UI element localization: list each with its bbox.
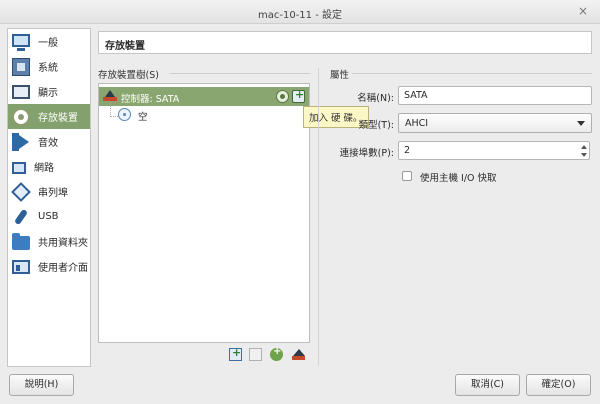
optical-disc-icon <box>118 108 131 121</box>
shared-folder-icon <box>12 232 30 250</box>
sidebar-item-system[interactable]: 系統 <box>8 54 90 79</box>
sidebar-item-label: 使用者介面 <box>38 263 88 274</box>
panel-divider <box>318 68 319 366</box>
group-divider <box>170 73 310 74</box>
controller-label: 控制器: SATA <box>121 94 180 105</box>
window-title: mac-10-11 - 設定 <box>258 10 342 21</box>
network-icon <box>12 162 26 174</box>
port-count-value: 2 <box>404 145 411 156</box>
tree-item-empty[interactable]: 空 <box>138 109 148 123</box>
sidebar-item-label: USB <box>38 211 59 222</box>
add-optical-drive-icon[interactable] <box>276 90 289 103</box>
controller-icon <box>103 90 117 102</box>
host-io-cache-label: 使用主機 I/O 快取 <box>420 173 497 184</box>
display-icon <box>12 84 30 99</box>
settings-sidebar: 一般 系統 顯示 存放裝置 音效 網路 串列埠 USB 共用資料夾 使用者介面 <box>7 28 91 367</box>
spin-down-icon[interactable] <box>580 151 588 159</box>
cancel-button[interactable]: 取消(C) <box>455 374 520 396</box>
remove-attachment-icon[interactable] <box>292 348 305 361</box>
sidebar-item-audio[interactable]: 音效 <box>8 129 90 154</box>
sidebar-item-label: 音效 <box>38 138 58 149</box>
sidebar-item-label: 一般 <box>38 38 58 49</box>
name-label: 名稱(N): <box>357 93 394 104</box>
close-icon[interactable]: × <box>578 4 588 18</box>
tree-item-controller-sata[interactable]: 控制器: SATA <box>99 87 309 106</box>
storage-tree[interactable]: 控制器: SATA <box>98 83 310 343</box>
controller-type-value: AHCI <box>405 118 429 129</box>
audio-icon <box>12 132 30 151</box>
sidebar-item-general[interactable]: 一般 <box>8 29 90 54</box>
user-interface-icon <box>12 259 30 274</box>
host-io-cache-checkbox[interactable] <box>402 171 412 181</box>
usb-icon <box>13 208 29 225</box>
sidebar-item-user-interface[interactable]: 使用者介面 <box>8 254 90 279</box>
sidebar-item-label: 顯示 <box>38 88 58 99</box>
storage-icon <box>12 107 30 126</box>
type-label: 類型(T): <box>358 120 394 131</box>
port-count-spinbox[interactable]: 2 <box>398 141 590 160</box>
ok-button[interactable]: 確定(O) <box>526 374 591 396</box>
sidebar-item-storage[interactable]: 存放裝置 <box>8 104 90 129</box>
tree-branch-line <box>110 103 111 117</box>
sidebar-item-serial-port[interactable]: 串列埠 <box>8 179 90 204</box>
sidebar-item-label: 網路 <box>34 163 54 174</box>
attributes-group-label: 屬性 <box>330 70 350 81</box>
help-button[interactable]: 說明(H) <box>9 374 74 396</box>
port-count-label: 連接埠數(P): <box>339 148 394 159</box>
storage-tree-group-label: 存放裝置樹(S) <box>98 70 159 81</box>
spin-up-icon[interactable] <box>580 143 588 151</box>
sidebar-item-usb[interactable]: USB <box>8 204 90 229</box>
sidebar-item-label: 串列埠 <box>38 188 68 199</box>
sidebar-item-network[interactable]: 網路 <box>8 154 90 179</box>
add-controller-icon[interactable] <box>229 346 242 361</box>
system-icon <box>12 57 30 76</box>
add-attachment-icon[interactable] <box>270 346 283 361</box>
page-title: 存放裝置 <box>98 31 592 54</box>
settings-dialog: mac-10-11 - 設定 × 一般 系統 顯示 存放裝置 音效 網路 串列埠… <box>0 0 600 404</box>
sidebar-item-label: 系統 <box>38 63 58 74</box>
sidebar-item-display[interactable]: 顯示 <box>8 79 90 104</box>
sidebar-item-shared-folders[interactable]: 共用資料夾 <box>8 229 90 254</box>
serial-port-icon <box>11 181 31 202</box>
tree-branch-line <box>110 116 118 117</box>
group-divider <box>352 73 592 74</box>
controller-name-field[interactable]: SATA <box>398 86 592 105</box>
sidebar-item-label: 共用資料夾 <box>38 238 88 249</box>
controller-type-select[interactable]: AHCI <box>398 113 592 133</box>
chevron-down-icon <box>577 121 585 126</box>
sidebar-item-label: 存放裝置 <box>38 113 78 124</box>
title-bar: mac-10-11 - 設定 × <box>0 0 600 24</box>
general-icon <box>12 33 30 51</box>
remove-controller-icon[interactable] <box>249 348 262 361</box>
